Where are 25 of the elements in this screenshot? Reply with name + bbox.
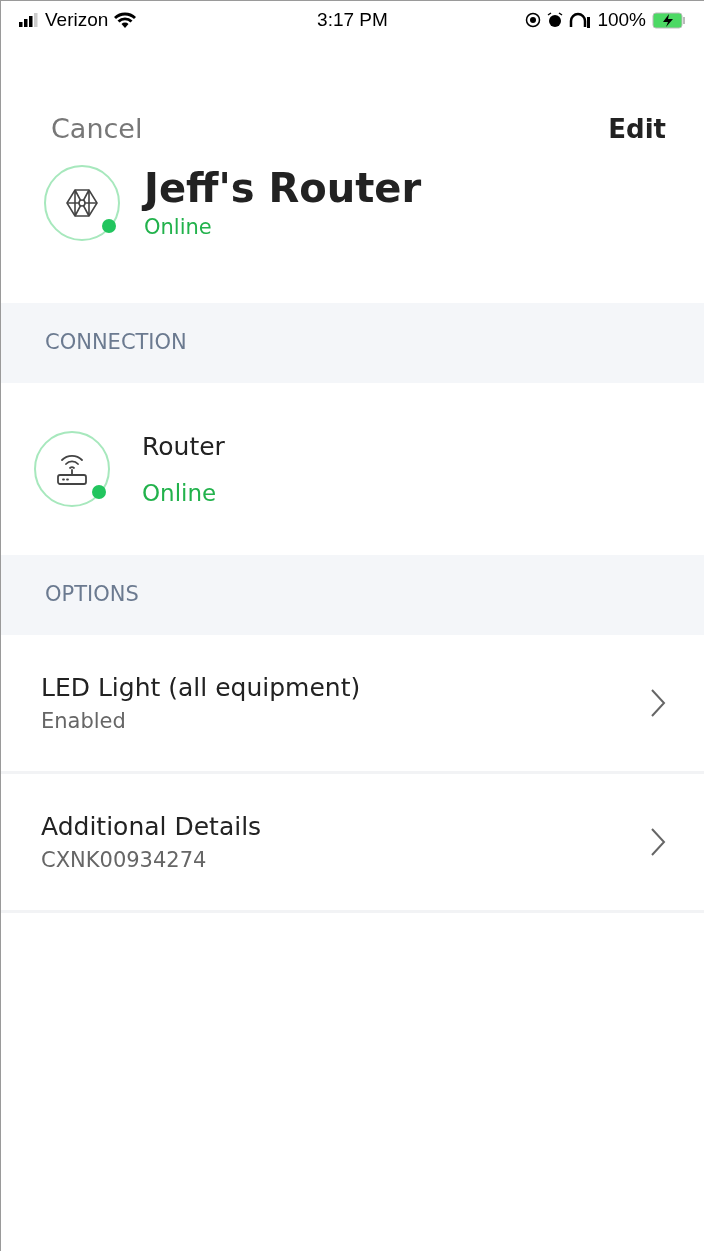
headphones-icon bbox=[569, 12, 592, 28]
router-icon bbox=[54, 452, 90, 486]
rotation-lock-icon bbox=[525, 12, 542, 28]
chevron-right-icon bbox=[650, 827, 666, 857]
edit-button[interactable]: Edit bbox=[608, 109, 666, 149]
option-value: CXNK00934274 bbox=[41, 847, 208, 874]
battery-charging-icon bbox=[652, 11, 686, 29]
wifi-icon bbox=[114, 12, 137, 28]
battery-percent: 100% bbox=[597, 7, 646, 32]
clock-time: 3:17 PM bbox=[317, 7, 388, 32]
option-row[interactable]: Additional Details CXNK00934274 bbox=[1, 774, 704, 913]
option-row[interactable]: LED Light (all equipment) Enabled bbox=[1, 635, 704, 774]
signal-icon bbox=[19, 13, 39, 27]
section-header: CONNECTION bbox=[1, 303, 704, 383]
section-header: OPTIONS bbox=[1, 555, 704, 635]
chevron-right-icon bbox=[650, 688, 666, 718]
option-value: Enabled bbox=[41, 708, 127, 735]
connection-status: Online bbox=[142, 478, 218, 508]
alarm-icon bbox=[547, 12, 564, 28]
cancel-button[interactable]: Cancel bbox=[51, 109, 143, 150]
device-status: Online bbox=[144, 213, 213, 241]
option-title: Additional Details bbox=[41, 810, 262, 843]
option-title: LED Light (all equipment) bbox=[41, 671, 361, 704]
connection-name: Router bbox=[142, 431, 225, 463]
carrier-name: Verizon bbox=[45, 7, 109, 32]
